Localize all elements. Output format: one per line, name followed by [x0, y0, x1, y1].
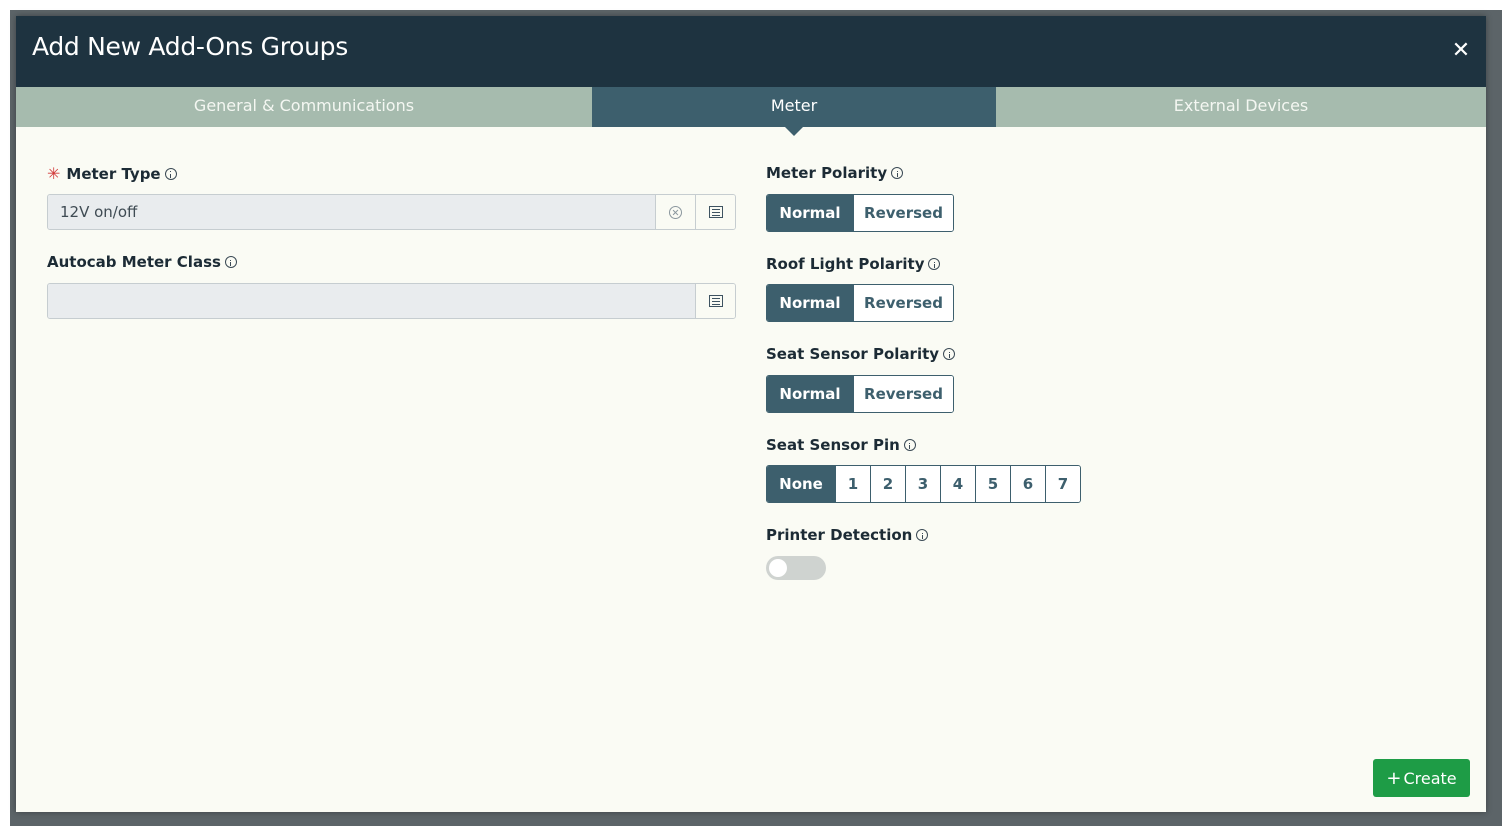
info-icon[interactable] — [224, 256, 237, 268]
create-button[interactable]: + Create — [1373, 759, 1470, 797]
info-icon[interactable] — [891, 167, 904, 179]
clear-icon — [669, 205, 682, 219]
autocab-meter-class-list-button[interactable] — [695, 284, 735, 318]
list-icon — [708, 295, 723, 307]
meter-polarity-normal-button[interactable]: Normal — [767, 195, 853, 231]
modal-header: Add New Add-Ons Groups ✕ — [16, 16, 1486, 87]
seat-sensor-polarity-reversed-button[interactable]: Reversed — [853, 376, 953, 412]
close-icon[interactable]: ✕ — [1450, 38, 1472, 64]
info-icon[interactable] — [928, 258, 941, 270]
meter-polarity-reversed-button[interactable]: Reversed — [853, 195, 953, 231]
plus-icon: + — [1386, 767, 1402, 789]
seat-sensor-pin-label: Seat Sensor Pin — [766, 436, 916, 454]
modal-title: Add New Add-Ons Groups — [32, 32, 348, 61]
autocab-meter-class-field — [47, 283, 736, 319]
tab-general-communications[interactable]: General & Communications — [16, 87, 592, 127]
seat-sensor-pin-6-button[interactable]: 6 — [1010, 466, 1045, 502]
seat-sensor-pin-3-button[interactable]: 3 — [905, 466, 940, 502]
seat-sensor-pin-4-button[interactable]: 4 — [940, 466, 975, 502]
toggle-knob — [769, 559, 787, 577]
autocab-meter-class-input[interactable] — [48, 284, 695, 318]
seat-sensor-polarity-label: Seat Sensor Polarity — [766, 345, 956, 363]
seat-sensor-pin-1-button[interactable]: 1 — [835, 466, 870, 502]
tab-external-devices[interactable]: External Devices — [996, 87, 1486, 127]
seat-sensor-pin-5-button[interactable]: 5 — [975, 466, 1010, 502]
printer-detection-toggle[interactable] — [766, 556, 826, 580]
seat-sensor-pin-2-button[interactable]: 2 — [870, 466, 905, 502]
info-icon[interactable] — [903, 439, 916, 451]
meter-type-input[interactable] — [48, 195, 655, 229]
seat-sensor-polarity-toggle: Normal Reversed — [766, 375, 954, 413]
printer-detection-label: Printer Detection — [766, 526, 929, 544]
roof-light-polarity-reversed-button[interactable]: Reversed — [853, 285, 953, 321]
required-asterisk-icon: ✳ — [47, 164, 61, 183]
meter-type-list-button[interactable] — [695, 195, 735, 229]
tab-meter[interactable]: Meter — [592, 87, 996, 136]
add-addons-group-modal: Add New Add-Ons Groups ✕ General & Commu… — [16, 16, 1486, 812]
roof-light-polarity-normal-button[interactable]: Normal — [767, 285, 853, 321]
roof-light-polarity-toggle: Normal Reversed — [766, 284, 954, 322]
meter-polarity-toggle: Normal Reversed — [766, 194, 954, 232]
info-icon[interactable] — [916, 529, 929, 541]
meter-type-label: ✳ Meter Type — [47, 164, 177, 183]
clear-button[interactable] — [655, 195, 695, 229]
tab-bar: General & Communications Meter External … — [16, 87, 1486, 136]
meter-type-field — [47, 194, 736, 230]
autocab-meter-class-label: Autocab Meter Class — [47, 253, 237, 271]
seat-sensor-pin-selector: None 1 2 3 4 5 6 7 — [766, 465, 1081, 503]
info-icon[interactable] — [164, 167, 177, 180]
seat-sensor-pin-7-button[interactable]: 7 — [1045, 466, 1080, 502]
seat-sensor-pin-none-button[interactable]: None — [767, 466, 835, 502]
roof-light-polarity-label: Roof Light Polarity — [766, 255, 941, 273]
info-icon[interactable] — [943, 348, 956, 360]
list-icon — [708, 206, 723, 218]
meter-polarity-label: Meter Polarity — [766, 164, 904, 182]
seat-sensor-polarity-normal-button[interactable]: Normal — [767, 376, 853, 412]
